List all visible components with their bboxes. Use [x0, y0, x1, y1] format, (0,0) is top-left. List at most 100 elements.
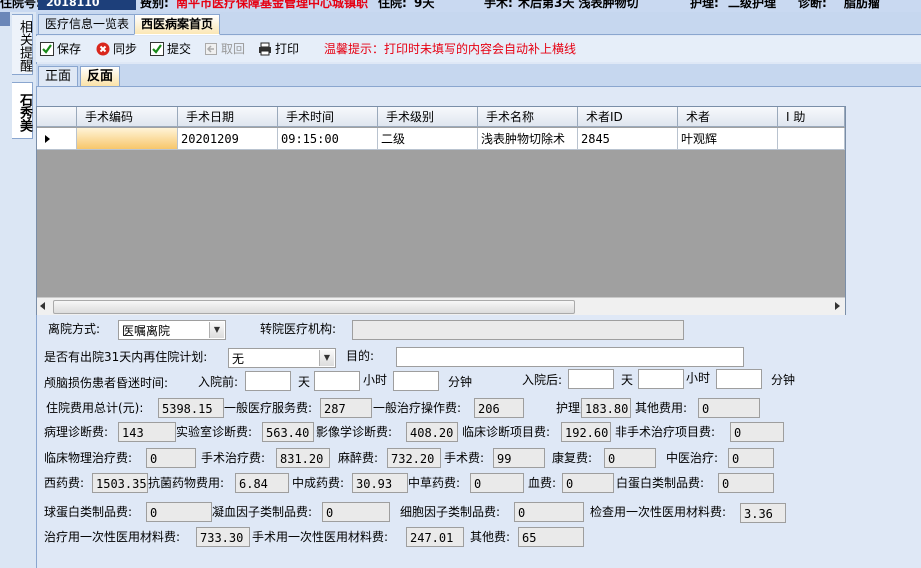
table-cell[interactable]: 09:15:00 — [278, 128, 378, 150]
clinical-diagnosis-fee-field[interactable]: 192.60 — [561, 422, 611, 442]
coagulation-factor-fee-label: 凝血因子类制品费: — [212, 505, 313, 519]
anesthesia-fee-field[interactable]: 732.20 — [387, 448, 441, 468]
chinese-patent-fee-field[interactable]: 30.93 — [352, 473, 408, 493]
general-treatment-fee-field[interactable]: 206 — [474, 398, 524, 418]
readmit-plan-label: 是否有出院31天内再住院计划: — [44, 350, 208, 364]
scroll-right-icon[interactable] — [835, 302, 840, 310]
lab-fee-field[interactable]: 563.40 — [262, 422, 314, 442]
info-value: 9天 — [414, 0, 435, 10]
clinical-diagnosis-fee-label: 临床诊断项目费: — [462, 425, 551, 439]
column-header[interactable]: I 助 — [778, 107, 845, 127]
imaging-fee-field[interactable]: 408.20 — [406, 422, 458, 442]
chevron-down-icon[interactable]: ▼ — [209, 322, 224, 338]
retrieve-button[interactable]: 取回 — [204, 40, 245, 58]
horizontal-scrollbar[interactable] — [37, 297, 845, 315]
treatment-material-fee-field[interactable]: 733.30 — [196, 527, 250, 547]
submit-check-icon — [150, 42, 164, 56]
tab-back[interactable]: 反面 — [80, 66, 121, 86]
operation-fee-label: 手术费: — [444, 451, 485, 465]
sub-tab-bar: 正面 反面 — [36, 64, 921, 87]
save-button[interactable]: 保存 — [40, 40, 81, 58]
column-header[interactable]: 术者 — [678, 107, 778, 127]
tab-western-medical-record[interactable]: 西医病案首页 — [134, 14, 221, 35]
sync-label: 同步 — [113, 42, 138, 56]
coma-before-hours-field[interactable] — [314, 371, 360, 391]
coma-after-minutes-field[interactable] — [716, 369, 762, 389]
exam-material-fee-field[interactable]: 3.36 — [740, 503, 786, 523]
column-header[interactable]: 手术名称 — [478, 107, 578, 127]
retrieve-label: 取回 — [221, 42, 246, 56]
coagulation-factor-fee-field[interactable]: 0 — [322, 502, 390, 522]
sync-button[interactable]: 同步 — [96, 40, 137, 58]
blood-fee-field[interactable]: 0 — [562, 473, 614, 493]
row-indicator[interactable] — [37, 128, 77, 150]
physio-fee-field[interactable]: 0 — [146, 448, 196, 468]
western-medicine-fee-field[interactable]: 1503.35 — [92, 473, 148, 493]
column-header[interactable]: 手术日期 — [178, 107, 278, 127]
tab-medical-info-overview[interactable]: 医疗信息一览表 — [38, 14, 137, 34]
scroll-left-icon[interactable] — [40, 302, 45, 310]
column-header[interactable]: 术者ID — [578, 107, 678, 127]
submit-button[interactable]: 提交 — [150, 40, 191, 58]
day-unit: 天 — [298, 375, 311, 389]
print-button[interactable]: 打印 — [258, 40, 299, 58]
tcm-treatment-fee-field[interactable]: 0 — [728, 448, 774, 468]
general-service-fee-label: 一般医疗服务费: — [224, 401, 313, 415]
table-cell[interactable]: 2845 — [578, 128, 678, 150]
sidebar-tab-reminders[interactable]: 相关提醒 — [12, 14, 33, 75]
pathology-fee-field[interactable]: 143 — [118, 422, 176, 442]
coma-before-days-field[interactable] — [245, 371, 291, 391]
day-unit: 天 — [621, 373, 634, 387]
info-label: 诊断: — [798, 0, 827, 10]
nonsurgical-fee-field[interactable]: 0 — [730, 422, 784, 442]
readmit-plan-select[interactable]: 无 ▼ — [228, 348, 336, 368]
table-cell[interactable]: 浅表肿物切除术 — [478, 128, 578, 150]
pathology-fee-label: 病理诊断费: — [44, 425, 109, 439]
anesthesia-fee-label: 麻醉费: — [338, 451, 379, 465]
cytokine-fee-field[interactable]: 0 — [514, 502, 584, 522]
other-fee-2-label: 其他费: — [470, 530, 511, 544]
herbal-fee-field[interactable]: 0 — [470, 473, 524, 493]
chevron-down-icon[interactable]: ▼ — [319, 350, 334, 366]
rehab-fee-field[interactable]: 0 — [604, 448, 656, 468]
operation-fee-field[interactable]: 99 — [493, 448, 545, 468]
column-header[interactable]: 手术级别 — [378, 107, 478, 127]
tab-front[interactable]: 正面 — [38, 66, 79, 86]
table-cell[interactable]: 20201209 — [178, 128, 278, 150]
globulin-fee-label: 球蛋白类制品费: — [44, 505, 133, 519]
imaging-fee-label: 影像学诊断费: — [316, 425, 393, 439]
general-treatment-fee-label: 一般治疗操作费: — [373, 401, 462, 415]
table-cell[interactable] — [778, 128, 845, 150]
surgical-material-fee-field[interactable]: 247.01 — [406, 527, 464, 547]
total-fee-field[interactable]: 5398.15 — [158, 398, 224, 418]
table-cell[interactable]: 二级 — [378, 128, 478, 150]
transfer-org-field[interactable] — [352, 320, 684, 340]
before-admission-label: 入院前: — [198, 375, 239, 389]
sidebar-tab-patient[interactable]: 石秀美 — [12, 82, 33, 139]
info-value: 二级护理 — [728, 0, 777, 10]
surgery-treatment-fee-field[interactable]: 831.20 — [276, 448, 330, 468]
albumin-fee-label: 白蛋白类制品费: — [616, 476, 705, 490]
coma-after-hours-field[interactable] — [638, 369, 684, 389]
general-service-fee-field[interactable]: 287 — [320, 398, 372, 418]
table-cell[interactable]: 叶观辉 — [678, 128, 778, 150]
globulin-fee-field[interactable]: 0 — [146, 502, 212, 522]
column-header[interactable]: 手术编码 — [77, 107, 178, 127]
purpose-field[interactable] — [396, 347, 744, 367]
grid-corner — [37, 107, 77, 127]
total-fee-label: 住院费用总计(元): — [46, 401, 144, 415]
other-fee-2-field[interactable]: 65 — [518, 527, 584, 547]
antibiotic-fee-field[interactable]: 6.84 — [235, 473, 289, 493]
albumin-fee-field[interactable]: 0 — [718, 473, 774, 493]
lab-fee-label: 实验室诊断费: — [176, 425, 253, 439]
nursing-fee-field[interactable]: 183.80 — [581, 398, 631, 418]
table-cell[interactable] — [77, 128, 178, 150]
scroll-thumb[interactable] — [53, 300, 575, 314]
other-fee-field[interactable]: 0 — [698, 398, 760, 418]
purpose-label: 目的: — [346, 349, 375, 363]
coma-before-minutes-field[interactable] — [393, 371, 439, 391]
coma-after-days-field[interactable] — [568, 369, 614, 389]
column-header[interactable]: 手术时间 — [278, 107, 378, 127]
sidebar-edge — [0, 12, 10, 26]
discharge-mode-select[interactable]: 医嘱离院 ▼ — [118, 320, 226, 340]
